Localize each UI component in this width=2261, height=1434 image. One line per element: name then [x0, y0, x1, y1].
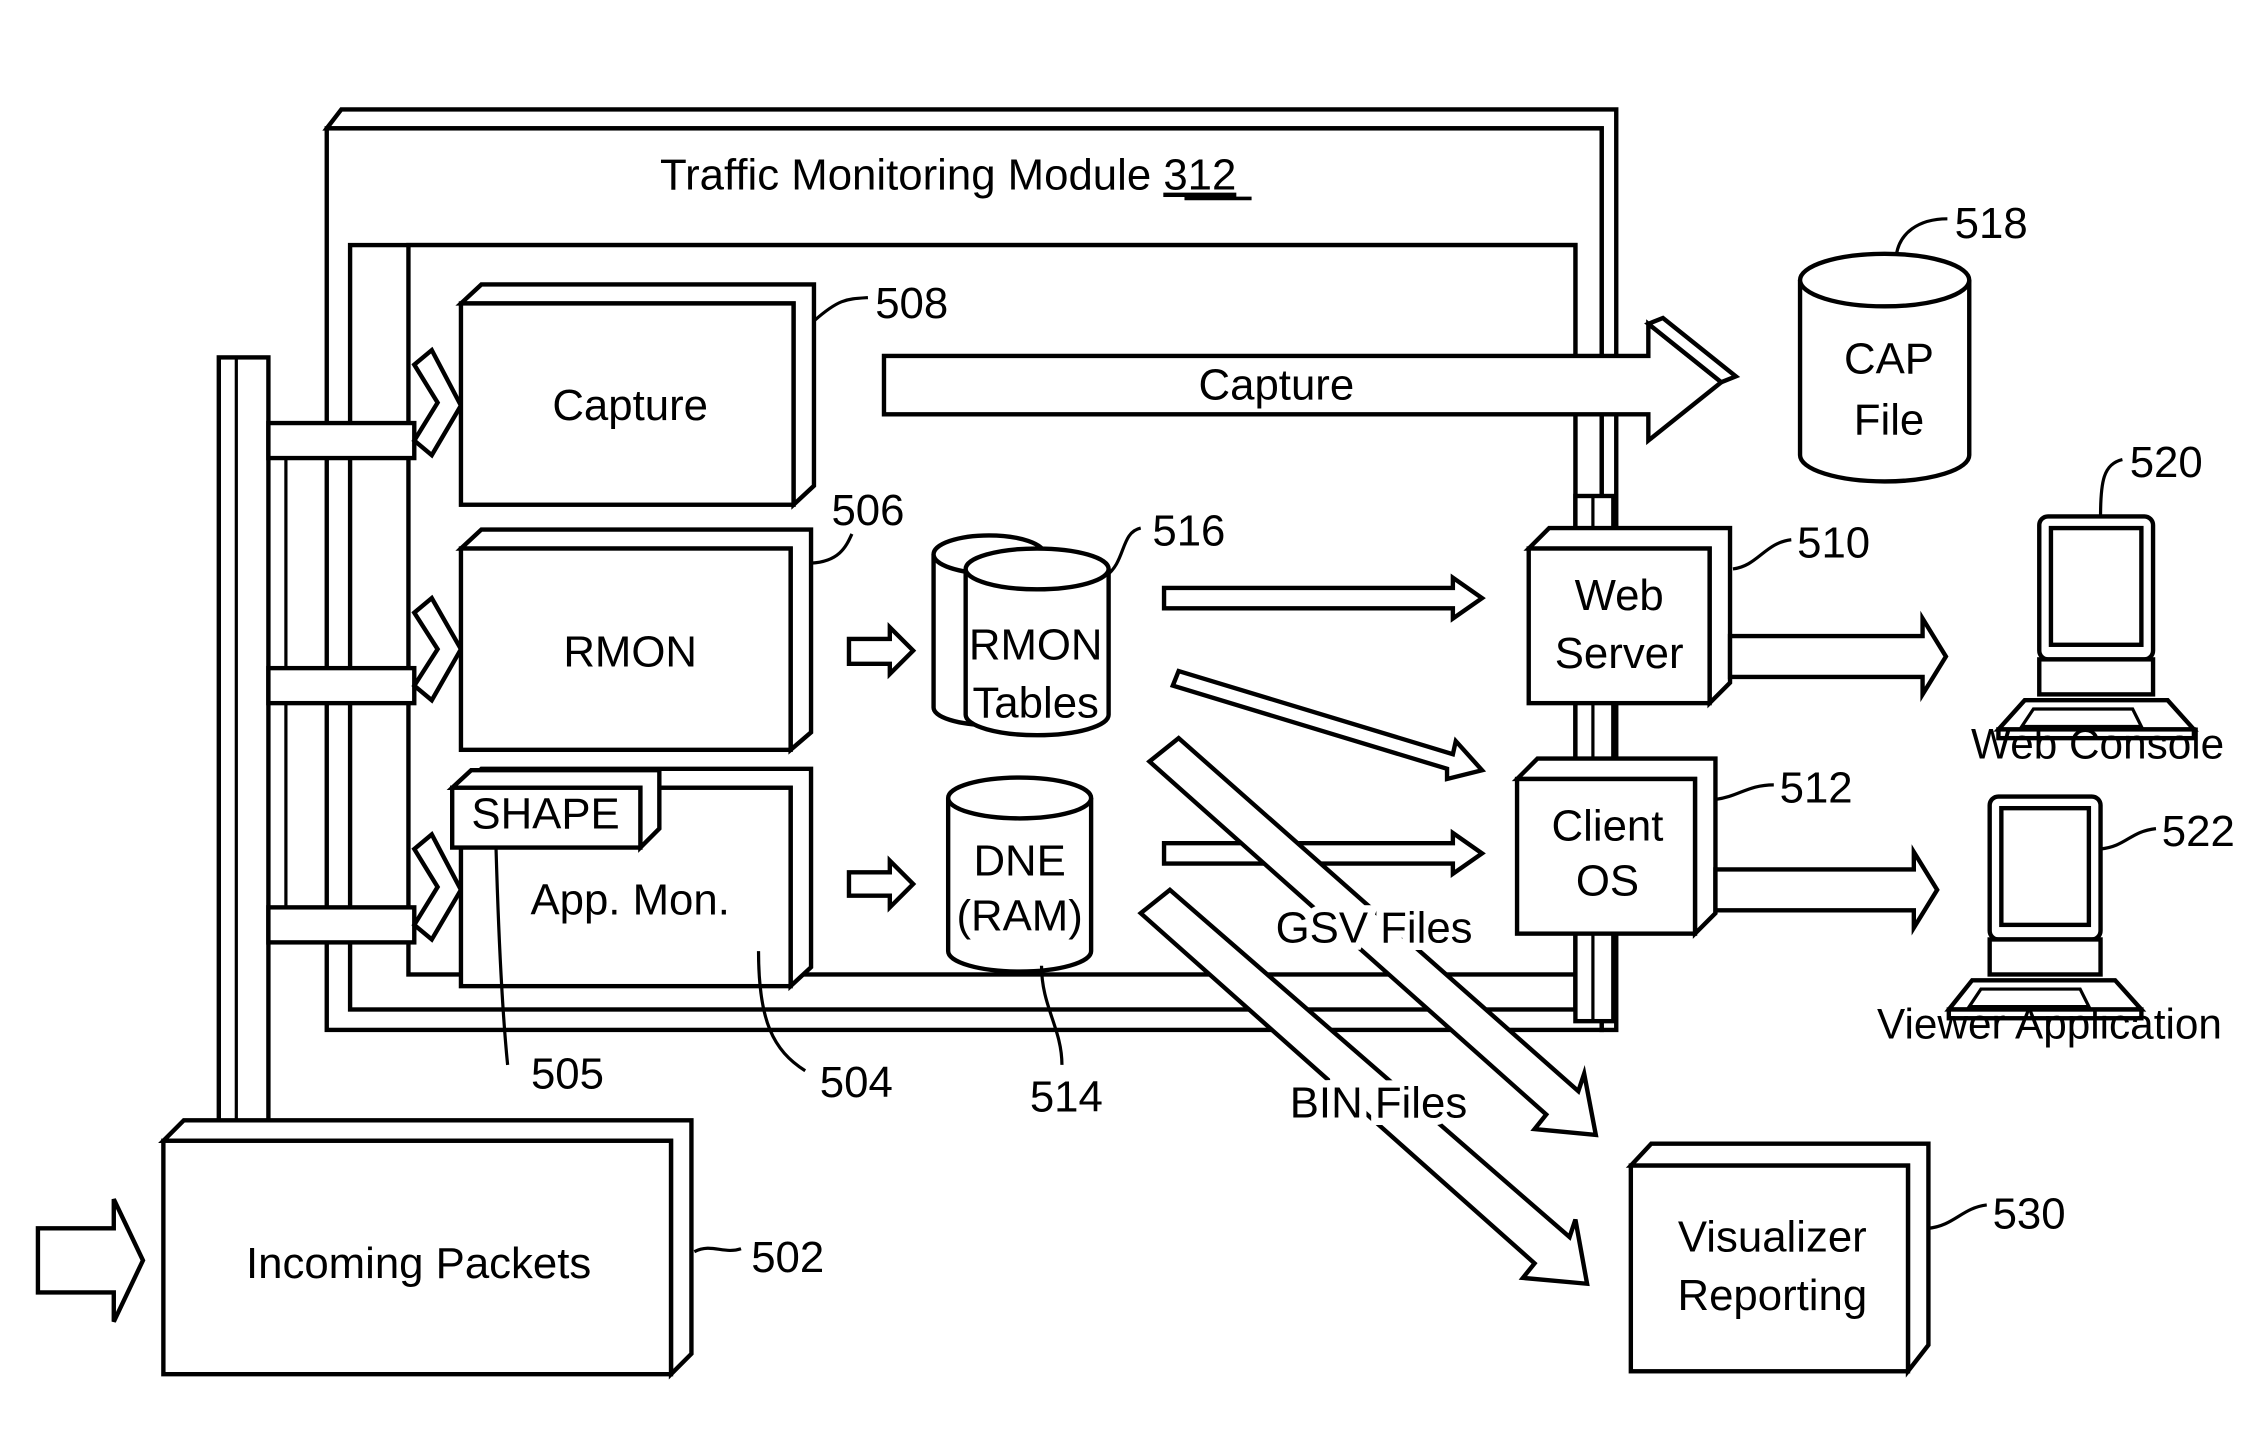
capture-ref: 508	[875, 279, 948, 328]
diagram-shape	[1928, 1203, 1987, 1230]
capture-flow-label: Capture	[1199, 361, 1355, 410]
block-label: DNE	[973, 836, 1065, 885]
diagram-shape	[266, 665, 417, 706]
bin-files-label: BIN Files	[1290, 1078, 1467, 1127]
block-label: Visualizer	[1678, 1213, 1867, 1262]
visualizer-reporting-block: Visualizer Reporting 530	[1625, 1141, 2066, 1378]
client-os-block: Client OS 512	[1511, 756, 1940, 939]
rmon-tables-ref: 516	[1152, 507, 1225, 556]
viewer-app-ref: 522	[2162, 807, 2235, 856]
web-server-ref: 510	[1797, 518, 1870, 567]
block-label: OS	[1576, 857, 1639, 906]
block-label: Client	[1552, 801, 1664, 850]
incoming-packets-block: Incoming Packets 502	[35, 1118, 824, 1380]
diagram-shape	[1999, 805, 2092, 928]
cap-file-ref: 518	[1955, 199, 2028, 248]
rmon-ref: 506	[831, 486, 904, 535]
diagram-shape	[2100, 827, 2157, 851]
module-title: Traffic Monitoring Module 312	[660, 151, 1236, 200]
block-label: File	[1854, 396, 1924, 445]
block-label: App. Mon.	[530, 876, 729, 925]
block-label: Reporting	[1677, 1271, 1867, 1320]
block-label: SHAPE	[471, 790, 619, 839]
block-label: CAP	[1844, 334, 1934, 383]
dne-ram-store: DNE (RAM) 514	[945, 775, 1103, 1122]
diagram-shape	[2098, 457, 2123, 517]
gsv-files-label: GSV Files	[1276, 903, 1473, 952]
diagram-shape	[216, 355, 271, 1133]
computer-icon	[1944, 794, 2147, 1021]
block-label: Server	[1555, 629, 1684, 678]
diagram-shape	[2048, 525, 2144, 647]
cap-file-store: CAP File 518	[1797, 199, 2028, 484]
client-os-ref: 512	[1780, 763, 1853, 812]
diagram-shape	[963, 546, 1111, 592]
block-label: Capture	[552, 381, 708, 430]
diagram-shape	[266, 420, 417, 461]
viewer-app-label: Viewer Application	[1877, 1001, 2222, 1048]
diagram-shape	[945, 775, 1094, 821]
diagram-shape	[2037, 657, 2156, 697]
diagram-shape	[1987, 937, 2103, 977]
diagram-shape	[693, 1246, 742, 1254]
block-label: (RAM)	[956, 892, 1082, 941]
diagram-shape	[1797, 251, 1972, 309]
diagram-shape	[1628, 1163, 1911, 1374]
block-label: RMON	[563, 628, 697, 677]
block-label: Tables	[972, 679, 1098, 728]
web-console-label: Web Console	[1971, 721, 2224, 768]
traffic-monitoring-diagram: Traffic Monitoring Module 312 Capture 50…	[35, 107, 2235, 1380]
diagram-shape	[1732, 538, 1792, 571]
shape-ref: 505	[531, 1049, 604, 1098]
web-console-terminal: Web Console 520	[1971, 438, 2224, 768]
app-mon-ref: 504	[820, 1058, 893, 1107]
dne-ram-ref: 514	[1030, 1073, 1103, 1122]
viewer-app-terminal: Viewer Application 522	[1877, 794, 2235, 1048]
clientos-to-viewer-arrow	[1713, 844, 1940, 936]
computer-icon	[1993, 514, 2199, 741]
webserver-to-console-arrow	[1727, 610, 1949, 703]
web-console-ref: 520	[2130, 438, 2203, 487]
diagram-shape	[266, 905, 417, 945]
incoming-packets-ref: 502	[751, 1233, 824, 1282]
visualizer-ref: 530	[1993, 1189, 2066, 1238]
inbound-packets-arrow	[35, 1198, 146, 1323]
block-label: Web	[1575, 571, 1664, 620]
diagram-shape	[1715, 783, 1774, 802]
block-label: RMON	[969, 620, 1103, 669]
diagram-shape	[1894, 217, 1948, 256]
web-server-block: Web Server 510	[1523, 518, 1949, 709]
block-label: Incoming Packets	[246, 1239, 591, 1288]
